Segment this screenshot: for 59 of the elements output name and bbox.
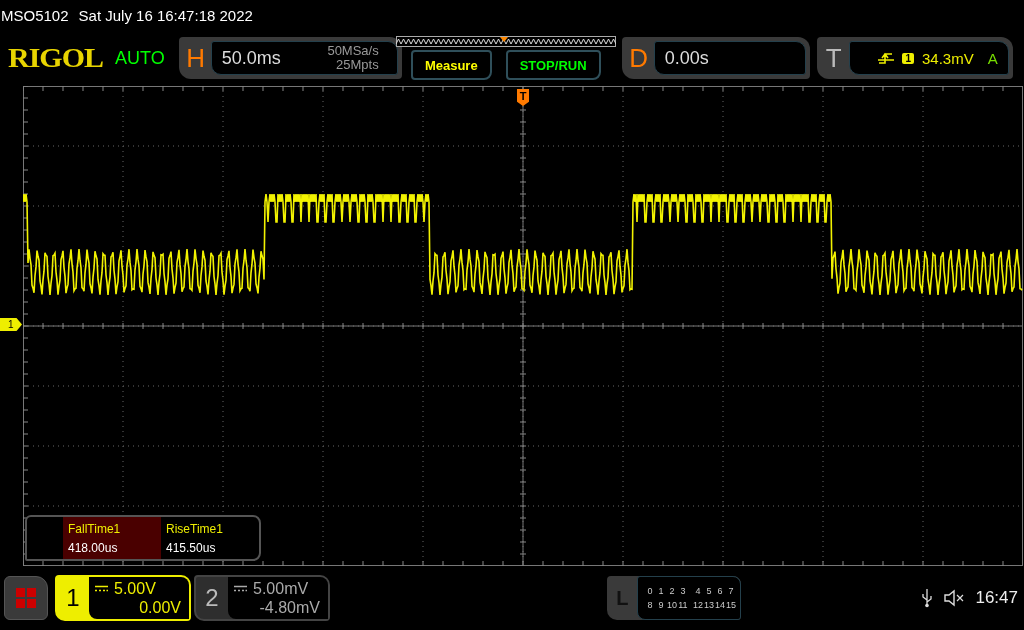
- dc-coupling-icon: [95, 585, 108, 592]
- measurement-value: 418.00us: [68, 540, 119, 555]
- logic-channel-number: 14: [714, 600, 726, 610]
- measurement-item[interactable]: FallTime1 418.00us: [63, 517, 161, 559]
- delay-panel[interactable]: D 0.00s: [621, 37, 810, 79]
- logic-channel-number: 5: [705, 586, 713, 596]
- clock-time: 16:47: [975, 588, 1018, 608]
- channel-offset-marker[interactable]: 1: [0, 318, 22, 331]
- vertical-scale: 5.00mV: [253, 579, 309, 598]
- logic-channel-number: 11: [677, 600, 689, 610]
- trigger-position-marker[interactable]: T: [517, 89, 529, 106]
- vertical-scale: 5.00V: [114, 579, 156, 598]
- date-time: Sat July 16 16:47:18 2022: [78, 6, 253, 24]
- vertical-offset: -4.80mV: [258, 598, 320, 617]
- horizontal-label: H: [185, 42, 207, 74]
- logic-channel-number: 9: [657, 600, 665, 610]
- logic-channel-number: 2: [668, 586, 676, 596]
- logic-channel-number: 12: [692, 600, 704, 610]
- logic-channel-number: 8: [646, 600, 654, 610]
- logic-channel-number: 6: [716, 586, 724, 596]
- logic-channel-number: 3: [679, 586, 687, 596]
- trigger-source-badge: 1: [902, 52, 914, 64]
- channel-number: 2: [204, 583, 220, 613]
- menu-button[interactable]: [4, 576, 48, 620]
- stop-run-button[interactable]: STOP/RUN: [505, 50, 601, 80]
- menu-grid-icon: [15, 587, 37, 609]
- measurement-name: FallTime1: [68, 521, 122, 536]
- rising-edge-icon: [878, 51, 895, 65]
- measurement-item[interactable]: RiseTime1 415.50us: [161, 517, 259, 559]
- trigger-label: T: [824, 42, 843, 74]
- logic-channel-number: 10: [666, 600, 678, 610]
- channel-number: 1: [65, 583, 81, 613]
- delay-label: D: [628, 42, 650, 74]
- measurement-name: RiseTime1: [166, 521, 224, 536]
- memory-depth: 25Mpts: [336, 58, 379, 72]
- sample-rate: 50MSa/s: [327, 44, 379, 58]
- logic-channel-number: 1: [657, 586, 665, 596]
- logic-channel-number: 15: [725, 600, 737, 610]
- logic-channel-number: 4: [694, 586, 702, 596]
- measurement-value: 415.50us: [166, 540, 217, 555]
- channel-tab[interactable]: 1 5.00V 0.00V: [55, 575, 191, 621]
- dc-coupling-icon: [234, 585, 247, 592]
- timebase-value: 50.0ms: [221, 47, 281, 69]
- channel-tab[interactable]: 2 5.00mV -4.80mV: [194, 575, 330, 621]
- usb-icon: [921, 588, 934, 608]
- logic-channel-number: 7: [727, 586, 735, 596]
- trigger-level: 34.3mV: [922, 49, 974, 67]
- horizontal-panel[interactable]: H 50.0ms 50MSa/s 25Mpts: [178, 37, 402, 79]
- logic-channel-number: 0: [646, 586, 654, 596]
- measure-button[interactable]: Measure: [410, 50, 492, 80]
- brand-logo: RIGOL: [8, 42, 104, 74]
- model-name: MSO5102: [1, 6, 69, 24]
- delay-value: 0.00s: [664, 47, 709, 69]
- trigger-mode: A: [987, 49, 998, 67]
- speaker-muted-icon: [943, 589, 966, 607]
- trigger-status: AUTO: [115, 47, 165, 69]
- logic-channel-number: 13: [703, 600, 715, 610]
- vertical-offset: 0.00V: [138, 598, 181, 617]
- trigger-panel[interactable]: T 1 34.3mV A: [816, 37, 1013, 79]
